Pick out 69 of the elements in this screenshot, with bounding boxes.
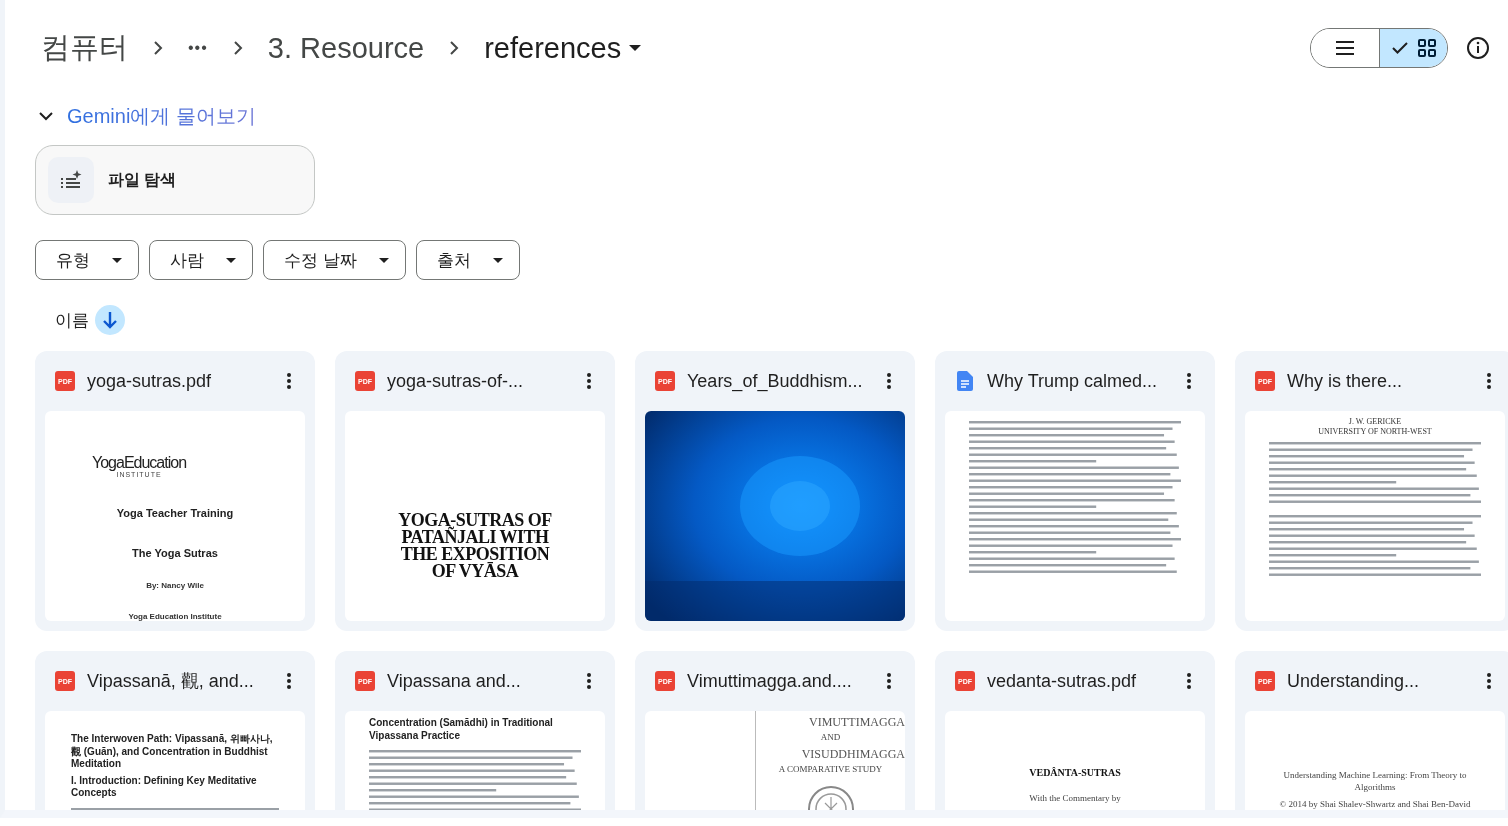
cover-caption: AND — [820, 732, 841, 745]
file-name: Vipassanā, 觀, and... — [87, 670, 255, 693]
sparkle-list-icon — [60, 170, 82, 190]
cover-caption: A COMPARATIVE STUDY — [778, 764, 883, 777]
sort-label: 이름 — [55, 309, 89, 332]
breadcrumb-item[interactable]: 컴퓨터 — [35, 24, 134, 72]
file-name: vedanta-sutras.pdf — [987, 670, 1138, 692]
caret-icon — [112, 257, 122, 263]
breadcrumb-item[interactable]: ••• — [182, 35, 214, 61]
file-name: yoga-sutras.pdf — [87, 370, 213, 392]
grid-view-button[interactable] — [1379, 29, 1447, 67]
cover-caption: Understanding Machine Learning: From Theory to Algorithms — [1282, 770, 1468, 794]
more-icon — [587, 673, 591, 689]
breadcrumb-item[interactable]: 3. Resource — [261, 27, 431, 69]
file-name: yoga-sutras-of-... — [387, 370, 525, 392]
file-name: Why Trump calmed... — [987, 370, 1159, 392]
author-line: J. W. GERICKE — [1347, 417, 1403, 428]
info-button[interactable] — [1466, 36, 1490, 60]
document-icon — [957, 371, 973, 391]
check-icon — [1391, 42, 1408, 54]
cover-title: VISUDDHIMAGGA — [801, 747, 905, 762]
menu-icon — [1336, 41, 1354, 55]
document-heading: The Interwoven Path: Vipassanā, 위빠사나, 觀 (Guān), and Concentration in Buddhist Meditation — [71, 733, 274, 771]
file-name: Years_of_Buddhism... — [687, 370, 864, 392]
more-icon — [1487, 673, 1491, 689]
sort-direction-button[interactable] — [95, 305, 125, 335]
cover-byline: By: Nancy Wile — [145, 581, 205, 591]
arrow-down-icon — [102, 311, 118, 329]
more-icon — [1187, 373, 1191, 389]
file-name: Vipassana and... — [387, 670, 522, 692]
cover-byline: Yoga Education Institute — [127, 612, 223, 621]
file-card[interactable]: Why Trump calmed... — [935, 351, 1215, 631]
chevron-right-icon — [231, 40, 244, 56]
filter-dropdown[interactable]: 수정 날짜 — [263, 240, 406, 280]
file-name: Understanding... — [1287, 670, 1421, 692]
author-line: UNIVERSITY OF NORTH-WEST — [1317, 427, 1433, 438]
caret-icon — [378, 257, 389, 263]
cover-title: VIMUTTIMAGGA — [809, 715, 905, 730]
caret-icon — [226, 257, 236, 263]
filter-dropdown[interactable]: 출처 — [415, 240, 520, 280]
cover-subtitle: The Yoga Sutras — [131, 547, 219, 560]
chevron-icon[interactable] — [39, 111, 53, 121]
info-icon — [1466, 36, 1490, 60]
file-name: Why is there... — [1287, 370, 1404, 392]
explore-files-button[interactable]: 파일 탐색 — [35, 145, 315, 215]
more-icon — [287, 673, 291, 689]
breadcrumb-item[interactable]: references — [478, 27, 648, 69]
file-name: Vimuttimagga.and.... — [687, 670, 853, 692]
chevron-right-icon — [152, 40, 164, 56]
chevron-down-icon — [39, 111, 53, 121]
more-icon — [1187, 673, 1191, 689]
cover-title: YOGA-SUTRAS OF PATAÑJALI WITH THE EXPOSITION OF VYĀSA — [397, 511, 553, 581]
cover-title: VEDÂNTA-SUTRAS — [1029, 767, 1121, 778]
more-icon — [587, 373, 591, 389]
filter-dropdown[interactable]: 사람 — [149, 240, 253, 280]
document-heading: I. Introduction: Defining Key Meditative Concepts — [71, 774, 258, 800]
caret-icon — [629, 45, 642, 51]
chevron-right-icon — [448, 40, 461, 56]
cover-subtitle: Yoga Teacher Training — [115, 506, 235, 519]
filter-dropdown[interactable]: 유형 — [35, 240, 139, 280]
more-icon — [287, 373, 291, 389]
caret-icon — [492, 257, 503, 263]
more-icon — [887, 673, 891, 689]
cover-caption: With the Commentary by — [1029, 793, 1121, 805]
more-icon — [887, 373, 891, 389]
document-heading: Concentration (Samādhi) in Traditional Vipassana Practice — [369, 717, 554, 742]
grid-icon — [1417, 39, 1436, 57]
more-icon — [1487, 373, 1491, 389]
cover-caption: © 2014 by Shai Shalev-Shwartz and Shai Ben-David — [1279, 799, 1471, 810]
